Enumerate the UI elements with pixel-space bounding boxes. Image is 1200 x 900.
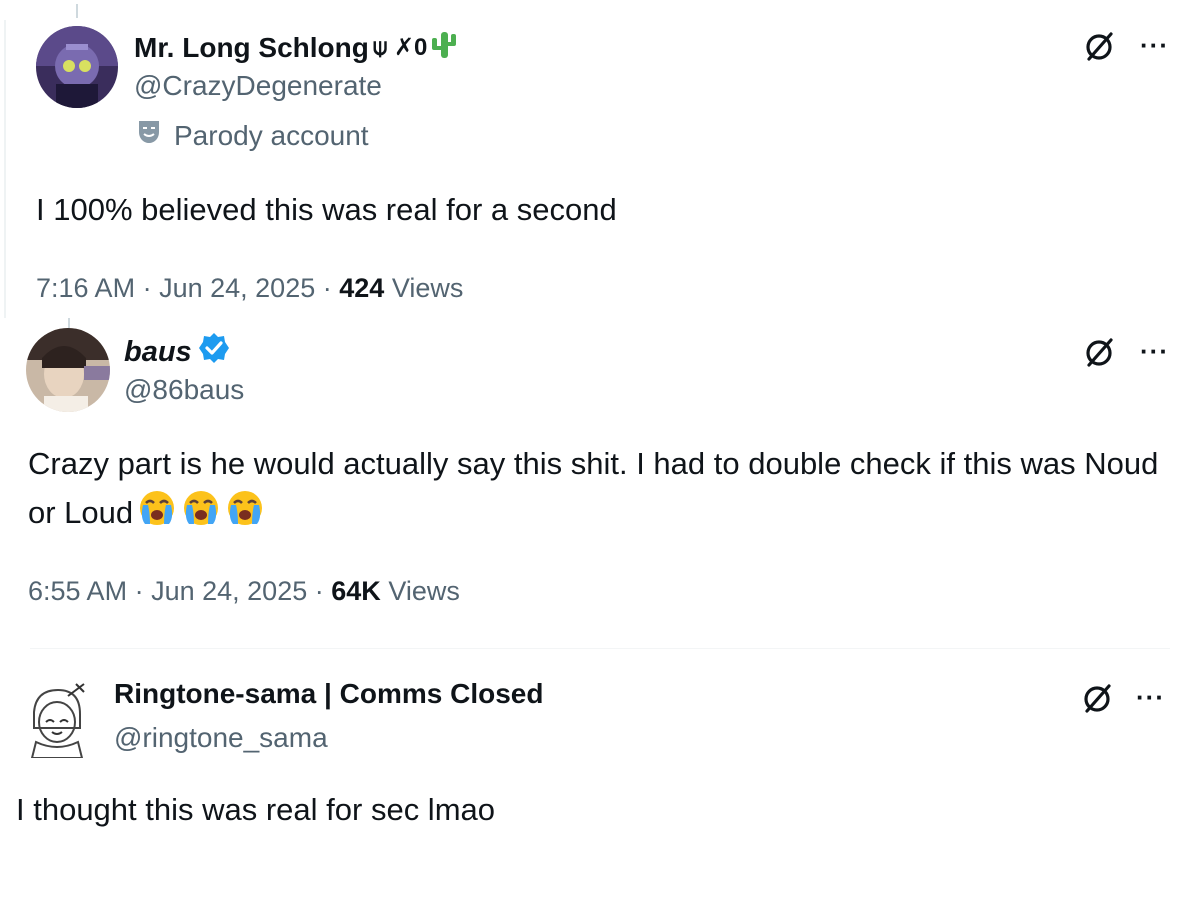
more-options-icon[interactable]: ··· <box>1140 30 1169 61</box>
separator: · <box>314 576 324 606</box>
more-options-icon[interactable]: ··· <box>1136 682 1165 713</box>
views-count: 64K <box>331 576 381 606</box>
parody-label: Parody account <box>136 118 369 153</box>
verified-badge-icon <box>198 332 230 372</box>
cactus-emoji <box>429 28 459 67</box>
parody-mask-icon <box>136 118 162 153</box>
tweet-date[interactable]: Jun 24, 2025 <box>151 576 307 606</box>
separator: · <box>322 273 332 303</box>
views-count: 424 <box>339 273 385 303</box>
tweet-meta: 7:16 AM · Jun 24, 2025 · 424 Views <box>36 273 463 304</box>
tweet-3: Ringtone-sama | Comms Closed @ringtone_s… <box>0 648 1200 900</box>
crying-emoji-1 <box>137 488 177 542</box>
grok-icon[interactable] <box>1082 682 1114 714</box>
user-handle[interactable]: @ringtone_sama <box>114 722 328 754</box>
grok-icon[interactable] <box>1084 336 1116 368</box>
tweet-text: Crazy part is he would actually say this… <box>28 440 1178 542</box>
avatar[interactable] <box>36 26 118 108</box>
tweet-time[interactable]: 6:55 AM <box>28 576 127 606</box>
crying-emoji-3 <box>225 488 265 542</box>
display-name[interactable]: Ringtone-sama | Comms Closed <box>114 678 543 710</box>
avatar[interactable] <box>26 328 110 412</box>
display-name[interactable]: Mr. Long Schlong ⍦ ✗0 <box>134 28 459 67</box>
display-name[interactable]: baus <box>124 332 230 372</box>
name-symbols: ⍦ ✗0 <box>372 34 428 61</box>
separator: · <box>134 576 144 606</box>
tweet-meta: 6:55 AM · Jun 24, 2025 · 64K Views <box>28 576 460 607</box>
views-label: Views <box>391 273 464 303</box>
tweet-text: I thought this was real for sec lmao <box>16 792 496 827</box>
tweet-time[interactable]: 7:16 AM <box>36 273 135 303</box>
separator: · <box>142 273 152 303</box>
tweet-2: baus @86baus ··· Crazy part is he would … <box>0 318 1200 648</box>
user-handle[interactable]: @86baus <box>124 374 244 406</box>
avatar[interactable] <box>22 682 90 758</box>
tweet-date[interactable]: Jun 24, 2025 <box>159 273 315 303</box>
tweet-1: Mr. Long Schlong ⍦ ✗0 @CrazyDegenerate P… <box>0 0 1200 318</box>
thread-rule <box>4 20 6 318</box>
tweet-text: I 100% believed this was real for a seco… <box>36 192 617 227</box>
thread-connector <box>76 4 78 18</box>
views-label: Views <box>388 576 460 606</box>
more-options-icon[interactable]: ··· <box>1140 336 1169 367</box>
crying-emoji-2 <box>181 488 221 542</box>
user-handle[interactable]: @CrazyDegenerate <box>134 70 382 102</box>
divider <box>30 648 1170 649</box>
thread-connector <box>68 318 70 328</box>
grok-icon[interactable] <box>1084 30 1116 62</box>
